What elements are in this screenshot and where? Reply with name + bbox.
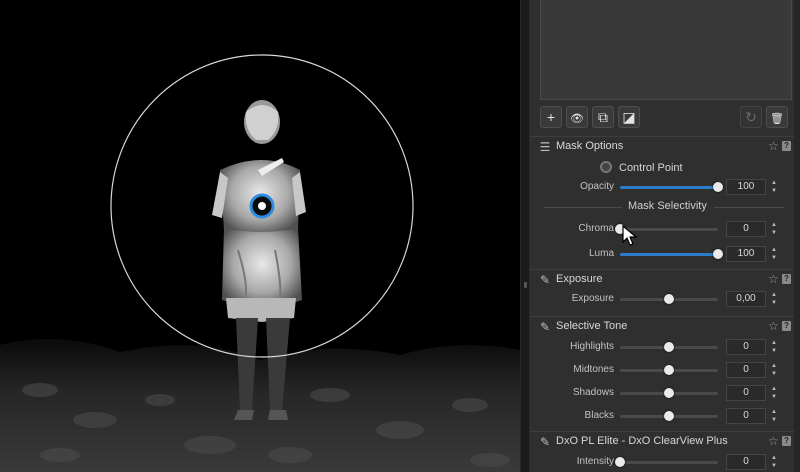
- show-mask-button[interactable]: 👁: [566, 106, 588, 128]
- blacks-slider[interactable]: [620, 411, 718, 421]
- blacks-value-field[interactable]: 0: [726, 408, 766, 424]
- help-icon[interactable]: ?: [782, 321, 791, 331]
- luma-label: Luma: [588, 248, 614, 259]
- chroma-stepper[interactable]: ▲ ▼: [770, 221, 778, 237]
- intensity-row: Intensity 0 ▲ ▼: [530, 452, 794, 472]
- palette-panel: + 👁 ⧉ ◪ ↻ 🗑 ☰ Mask Options ☆ ? Control P…: [530, 0, 800, 472]
- brush-icon: ✎: [539, 320, 551, 334]
- highlights-label: Highlights: [570, 341, 614, 352]
- midtones-stepper[interactable]: ▲ ▼: [770, 362, 778, 378]
- blacks-row: Blacks 0 ▲ ▼: [530, 406, 794, 426]
- exposure-row: Exposure 0,00 ▲ ▼: [530, 289, 794, 309]
- shadows-row: Shadows 0 ▲ ▼: [530, 383, 794, 403]
- delete-mask-button[interactable]: 🗑: [766, 106, 788, 128]
- midtones-slider[interactable]: [620, 365, 718, 375]
- favorite-star-icon[interactable]: ☆: [768, 434, 779, 448]
- mask-options-header[interactable]: ☰ Mask Options ☆ ?: [530, 136, 794, 156]
- help-icon[interactable]: ?: [782, 274, 791, 284]
- invert-mask-button[interactable]: ◪: [618, 106, 640, 128]
- chroma-label: Chroma: [578, 223, 614, 234]
- brush-icon: ✎: [539, 273, 551, 287]
- opacity-value-field[interactable]: 100: [726, 179, 766, 195]
- shadows-stepper[interactable]: ▲ ▼: [770, 385, 778, 401]
- mask-toolbar: + 👁 ⧉ ◪ ↻ 🗑: [530, 104, 794, 132]
- panel-scrollbar[interactable]: [794, 0, 800, 472]
- slider-knob[interactable]: [664, 294, 674, 304]
- exposure-slider[interactable]: [620, 294, 718, 304]
- luma-slider[interactable]: [620, 249, 723, 259]
- duplicate-mask-button[interactable]: ⧉: [592, 106, 614, 128]
- slider-knob[interactable]: [615, 457, 625, 467]
- highlights-stepper[interactable]: ▲ ▼: [770, 339, 778, 355]
- section-title: DxO PL Elite - DxO ClearView Plus: [556, 435, 728, 447]
- control-point-indicator: Control Point: [530, 158, 794, 178]
- highlights-value-field[interactable]: 0: [726, 339, 766, 355]
- slider-knob[interactable]: [713, 182, 723, 192]
- section-title: Mask Options: [556, 140, 624, 152]
- favorite-star-icon[interactable]: ☆: [768, 139, 779, 153]
- invert-icon: ◪: [622, 109, 636, 125]
- midtones-value-field[interactable]: 0: [726, 362, 766, 378]
- mask-selectivity-separator: Mask Selectivity: [544, 199, 784, 215]
- section-title: Selective Tone: [556, 320, 628, 332]
- luma-row: Luma 100 ▲ ▼: [530, 244, 794, 264]
- intensity-label: Intensity: [576, 456, 614, 467]
- chroma-value-field[interactable]: 0: [726, 221, 766, 237]
- panel-divider[interactable]: [520, 0, 530, 472]
- exposure-value-field[interactable]: 0,00: [726, 291, 766, 307]
- intensity-stepper[interactable]: ▲ ▼: [770, 454, 778, 470]
- slider-knob[interactable]: [713, 249, 723, 259]
- mouse-cursor-icon: [622, 225, 638, 246]
- control-point-label: Control Point: [619, 162, 683, 174]
- slider-knob[interactable]: [664, 388, 674, 398]
- eye-icon: 👁: [570, 113, 584, 125]
- exposure-label: Exposure: [571, 293, 614, 304]
- trash-icon: 🗑: [770, 113, 784, 125]
- favorite-star-icon[interactable]: ☆: [768, 272, 779, 286]
- photo-viewer[interactable]: [0, 0, 520, 472]
- highlights-row: Highlights 0 ▲ ▼: [530, 337, 794, 357]
- luma-value-field[interactable]: 100: [726, 246, 766, 262]
- slider-knob[interactable]: [664, 411, 674, 421]
- photo-canvas: [0, 54, 520, 472]
- duplicate-icon: ⧉: [598, 109, 608, 125]
- intensity-value-field[interactable]: 0: [726, 454, 766, 470]
- intensity-slider[interactable]: [615, 457, 718, 467]
- midtones-label: Midtones: [573, 364, 614, 375]
- selective-tone-header[interactable]: ✎ Selective Tone ☆ ?: [530, 316, 794, 336]
- shadows-slider[interactable]: [620, 388, 718, 398]
- highlights-slider[interactable]: [620, 342, 718, 352]
- control-point-handle: [249, 193, 275, 219]
- sliders-icon: ☰: [539, 140, 551, 154]
- reset-mask-button[interactable]: ↻: [740, 106, 762, 128]
- slider-knob[interactable]: [664, 365, 674, 375]
- opacity-label: Opacity: [580, 181, 614, 192]
- slider-knob[interactable]: [664, 342, 674, 352]
- help-icon[interactable]: ?: [782, 141, 791, 151]
- shadows-value-field[interactable]: 0: [726, 385, 766, 401]
- opacity-slider[interactable]: [620, 182, 723, 192]
- mask-preview-area: [540, 0, 792, 100]
- brush-icon: ✎: [539, 435, 551, 449]
- undo-icon: ↻: [745, 109, 757, 125]
- chroma-row: Chroma 0 ▲ ▼: [530, 219, 794, 239]
- control-point-icon: [600, 161, 612, 173]
- exposure-header[interactable]: ✎ Exposure ☆ ?: [530, 269, 794, 289]
- divider-grip-icon[interactable]: [524, 282, 527, 288]
- add-mask-button[interactable]: +: [540, 106, 562, 128]
- help-icon[interactable]: ?: [782, 436, 791, 446]
- section-title: Exposure: [556, 273, 603, 285]
- luma-stepper[interactable]: ▲ ▼: [770, 246, 778, 262]
- midtones-row: Midtones 0 ▲ ▼: [530, 360, 794, 380]
- mask-selectivity-title: Mask Selectivity: [628, 200, 707, 212]
- shadows-label: Shadows: [572, 387, 614, 398]
- clearview-header[interactable]: ✎ DxO PL Elite - DxO ClearView Plus ☆ ?: [530, 431, 794, 451]
- blacks-label: Blacks: [584, 410, 614, 421]
- favorite-star-icon[interactable]: ☆: [768, 319, 779, 333]
- opacity-stepper[interactable]: ▲ ▼: [770, 179, 778, 195]
- opacity-row: Opacity 100 ▲ ▼: [530, 177, 794, 197]
- exposure-stepper[interactable]: ▲ ▼: [770, 291, 778, 307]
- blacks-stepper[interactable]: ▲ ▼: [770, 408, 778, 424]
